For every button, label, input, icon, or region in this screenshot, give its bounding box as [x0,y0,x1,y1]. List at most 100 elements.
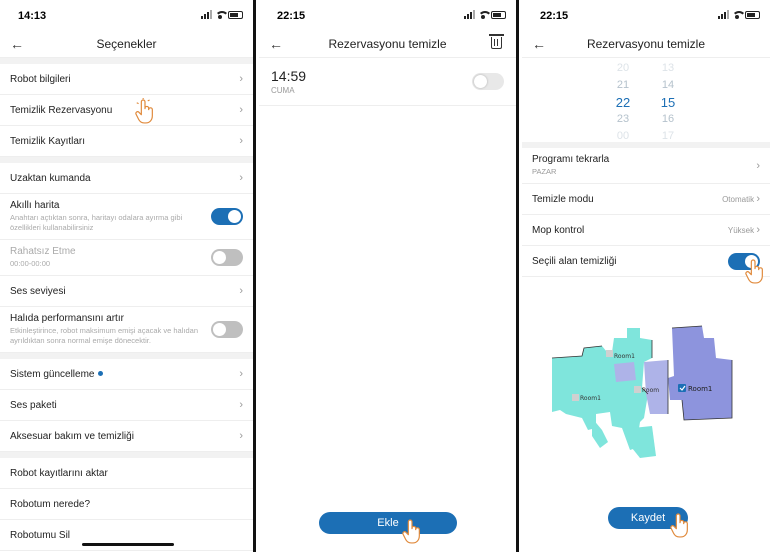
back-arrow-icon[interactable]: ← [269,36,283,52]
chevron-right-icon: › [756,193,760,205]
row-repeat-program[interactable]: Programı tekrarla PAZAR › [522,148,770,184]
hour-wheel[interactable]: 20 21 22 23 00 [608,60,638,145]
row-label: Sistem güncelleme [10,368,95,380]
battery-icon [228,10,243,19]
tap-hand-icon [135,98,153,124]
room-label: Room1 [580,395,601,402]
chevron-right-icon: › [239,172,243,184]
page-title: Rezervasyonu temizle [328,36,447,51]
time-picker[interactable]: 20 21 22 23 00 13 14 15 16 17 [522,58,770,142]
room-label-selected: Room1 [688,385,712,393]
status-icons [201,10,243,19]
tap-hand-icon [402,519,420,544]
reservation-edit-screen: 22:15 ← Rezervasyonu temizle 20 21 22 23… [522,0,770,552]
schedule-time: 14:59 [271,68,307,84]
row-label: Robotum nerede? [10,498,91,510]
status-time: 22:15 [540,10,569,22]
room-marker [572,394,579,401]
row-cleaning-records[interactable]: Temizlik Kayıtları › [0,126,253,157]
chevron-right-icon: › [239,135,243,147]
carpet-boost-toggle[interactable] [211,321,243,338]
home-indicator [82,543,174,546]
chevron-right-icon: › [239,368,243,380]
row-mop-control[interactable]: Mop kontrol Yüksek › [522,215,770,246]
trash-icon[interactable] [489,34,504,49]
signal-icon [718,10,729,19]
row-label: Ses paketi [10,399,57,411]
status-time: 14:13 [18,10,47,22]
add-button[interactable]: Ekle [319,512,457,534]
row-find-robot[interactable]: Robotum nerede? [0,489,253,520]
status-icons [718,10,760,19]
selected-hour: 22 [615,95,631,110]
row-clean-mode[interactable]: Temizle modu Otomatik › [522,184,770,215]
row-accessory-care[interactable]: Aksesuar bakım ve temizliği › [0,421,253,452]
status-bar: 14:13 [0,0,253,30]
row-export-logs[interactable]: Robot kayıtlarını aktar [0,458,253,489]
reservation-header: ← Rezervasyonu temizle [259,30,516,58]
options-screen: 14:13 ← Seçenekler Robot bilgileri › Temi… [0,0,256,552]
wifi-icon [478,10,492,19]
row-label: Aksesuar bakım ve temizliği [10,430,134,442]
row-label: Programı tekrarla [532,154,610,165]
tap-hand-icon [670,513,688,538]
reservation-edit-header: ← Rezervasyonu temizle [522,30,770,58]
back-arrow-icon[interactable]: ← [10,36,24,52]
row-volume[interactable]: Ses seviyesi › [0,276,253,307]
chevron-right-icon: › [239,399,243,411]
row-label: Akıllı harita [10,200,60,211]
status-time: 22:15 [277,10,306,22]
room-marker [606,350,613,357]
row-selected-area: Seçili alan temizliği [522,246,770,277]
row-do-not-disturb: Rahatsız Etme 00:00-00:00 [0,240,253,276]
signal-icon [201,10,212,19]
minute-wheel[interactable]: 13 14 15 16 17 [653,60,683,145]
wifi-icon [732,10,746,19]
row-label: Robotumu Sil [10,529,71,541]
signal-icon [464,10,475,19]
row-label: Temizle modu [532,193,594,205]
status-bar: 22:15 [259,0,516,30]
row-label: Mop kontrol [532,224,585,236]
chevron-right-icon: › [239,285,243,297]
row-cleaning-reservation[interactable]: Temizlik Rezervasyonu › [0,95,253,126]
smart-map-toggle[interactable] [211,208,243,225]
schedule-item[interactable]: 14:59 CUMA [259,58,516,106]
row-smart-map: Akıllı harita Anahtarı açtıktan sonra, ha… [0,194,253,240]
row-label: Seçili alan temizliği [532,255,617,267]
chevron-right-icon: › [756,224,760,236]
row-label: Uzaktan kumanda [10,172,91,184]
room-label-secondary: Room [642,387,659,394]
options-header: ← Seçenekler [0,30,253,58]
room-marker [634,386,641,393]
back-arrow-icon[interactable]: ← [532,36,546,52]
do-not-disturb-toggle[interactable] [211,249,243,266]
row-robot-info[interactable]: Robot bilgileri › [0,64,253,95]
selected-minute: 15 [660,95,676,110]
row-label: Robot kayıtlarını aktar [10,467,108,479]
row-delete-robot[interactable]: Robotumu Sil [0,520,253,551]
row-system-update[interactable]: Sistem güncelleme › [0,359,253,390]
update-dot-icon [98,371,104,377]
mop-value: Yüksek [727,226,755,235]
row-remote-control[interactable]: Uzaktan kumanda › [0,163,253,194]
status-bar: 22:15 [522,0,770,30]
tap-hand-icon [745,259,763,284]
row-voice-pack[interactable]: Ses paketi › [0,390,253,421]
chevron-right-icon: › [756,159,760,172]
schedule-toggle[interactable] [472,73,504,90]
schedule-day: CUMA [271,86,295,95]
chevron-right-icon: › [239,430,243,442]
clean-mode-value: Otomatik [722,195,755,204]
floor-map[interactable]: Room1 Room1 Room Room1 [552,318,737,468]
row-description: 00:00-00:00 [10,259,51,268]
row-label: Halıda performansını artır [10,313,124,324]
row-description: Anahtarı açtıktan sonra, haritayı odalar… [10,213,183,232]
row-label: Temizlik Kayıtları [10,135,86,147]
page-title: Rezervasyonu temizle [586,36,706,51]
repeat-value: PAZAR [532,167,557,176]
status-icons [464,10,506,19]
reservation-list-screen: 22:15 ← Rezervasyonu temizle 14:59 CUMA … [259,0,519,552]
row-label: Temizlik Rezervasyonu [10,104,113,116]
page-title: Seçenekler [96,36,157,51]
